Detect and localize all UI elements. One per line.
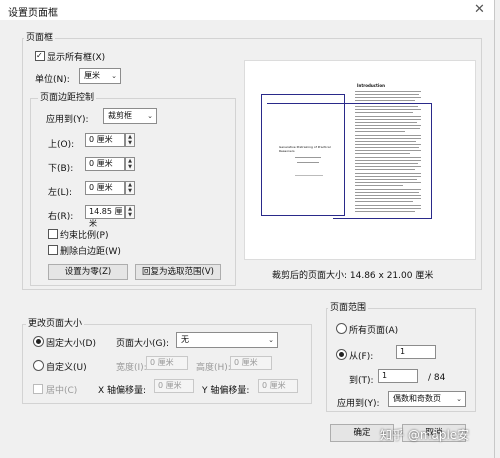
left-margin-stepper[interactable]: ▲ ▼ xyxy=(125,181,135,195)
apply-to-value: 裁剪框 xyxy=(108,111,132,120)
title-bar: 设置页面框 ✕ xyxy=(0,0,494,20)
units-select[interactable]: 厘米 ⌄ xyxy=(79,68,121,84)
apply-to-select[interactable]: 裁剪框 ⌄ xyxy=(103,108,157,124)
range-apply-to-value: 偶数和奇数页 xyxy=(393,394,441,403)
margins-group-label: 页面边距控制 xyxy=(38,90,97,103)
fixed-size-label: 固定大小(D) xyxy=(46,339,96,349)
close-icon[interactable]: ✕ xyxy=(474,2,485,17)
constrain-proportions-label: 约束比例(P) xyxy=(60,231,109,241)
show-all-boxes-label: 显示所有框(X) xyxy=(47,53,106,63)
dialog-title: 设置页面框 xyxy=(8,8,58,19)
right-margin-input[interactable]: 14.85 厘米 xyxy=(85,205,125,228)
cropped-page-size-caption: 裁剪后的页面大小: 14.86 x 21.00 厘米 xyxy=(272,271,434,281)
height-label: 高度(H): xyxy=(196,363,231,373)
right-page-heading: Introduction xyxy=(357,83,385,88)
media-box-outline xyxy=(333,103,432,219)
top-margin-input[interactable]: 0 厘米 xyxy=(85,133,125,147)
page-size-label: 页面大小(G): xyxy=(116,339,170,349)
art-box-outline xyxy=(267,103,333,104)
change-size-group-label: 更改页面大小 xyxy=(26,316,85,329)
all-pages-label: 所有页面(A) xyxy=(349,326,399,336)
page-to-input[interactable]: 1 xyxy=(378,369,418,383)
page-to-label: 到(T): xyxy=(349,376,374,386)
center-checkbox[interactable] xyxy=(33,384,43,394)
chevron-down-icon: ⌄ xyxy=(111,72,117,80)
height-input[interactable]: 0 厘米 xyxy=(230,356,272,370)
page-from-input[interactable]: 1 xyxy=(396,345,436,359)
apply-to-label: 应用到(Y): xyxy=(46,115,89,125)
left-margin-input[interactable]: 0 厘米 xyxy=(85,181,125,195)
all-pages-radio[interactable] xyxy=(336,323,347,334)
center-label: 居中(C) xyxy=(46,386,78,396)
chevron-down-icon: ⌄ xyxy=(147,112,153,120)
remove-white-margins-checkbox[interactable] xyxy=(48,245,58,255)
bottom-margin-stepper[interactable]: ▲ ▼ xyxy=(125,157,135,171)
bottom-margin-input[interactable]: 0 厘米 xyxy=(85,157,125,171)
custom-size-label: 自定义(U) xyxy=(46,363,87,373)
units-value: 厘米 xyxy=(84,71,100,80)
top-margin-label: 上(O): xyxy=(48,140,75,150)
set-to-zero-button[interactable]: 设置为零(Z) xyxy=(48,264,128,280)
custom-size-radio[interactable] xyxy=(33,360,44,371)
top-margin-stepper[interactable]: ▲ ▼ xyxy=(125,133,135,147)
bottom-margin-label: 下(B): xyxy=(48,164,74,174)
page-from-label: 从(F): xyxy=(349,352,374,362)
y-offset-input[interactable]: 0 厘米 xyxy=(258,379,298,393)
units-label: 单位(N): xyxy=(35,75,70,85)
page-box-group-label: 页面框 xyxy=(24,30,56,43)
fixed-size-radio[interactable] xyxy=(33,336,44,347)
right-margin-stepper[interactable]: ▲ ▼ xyxy=(125,205,135,219)
range-apply-to-label: 应用到(Y): xyxy=(337,399,380,409)
revert-to-selection-button[interactable]: 回复为选取范围(V) xyxy=(135,264,221,280)
page-range-group-label: 页面范围 xyxy=(328,300,369,313)
page-from-radio[interactable] xyxy=(336,349,347,360)
remove-white-margins-label: 删除白边距(W) xyxy=(60,247,121,257)
x-offset-input[interactable]: 0 厘米 xyxy=(154,379,194,393)
left-margin-label: 左(L): xyxy=(48,188,73,198)
width-label: 宽度(I): xyxy=(116,363,147,373)
chevron-down-icon: ⌄ xyxy=(268,336,274,344)
show-all-boxes-checkbox[interactable] xyxy=(35,51,45,61)
y-offset-label: Y 轴偏移量: xyxy=(202,386,250,396)
constrain-proportions-checkbox[interactable] xyxy=(48,229,58,239)
range-apply-to-select[interactable]: 偶数和奇数页 ⌄ xyxy=(388,391,466,407)
right-margin-label: 右(R): xyxy=(48,212,74,222)
x-offset-label: X 轴偏移量: xyxy=(98,386,147,396)
page-size-select[interactable]: 无 ⌄ xyxy=(176,332,278,348)
page-preview: Generative Pretraining of Practical Reas… xyxy=(244,60,476,260)
watermark: 知乎 @maple安 xyxy=(380,428,470,442)
page-size-value: 无 xyxy=(181,335,189,344)
width-input[interactable]: 0 厘米 xyxy=(146,356,188,370)
total-pages-label: / 84 xyxy=(428,373,446,383)
chevron-down-icon: ⌄ xyxy=(456,395,462,403)
